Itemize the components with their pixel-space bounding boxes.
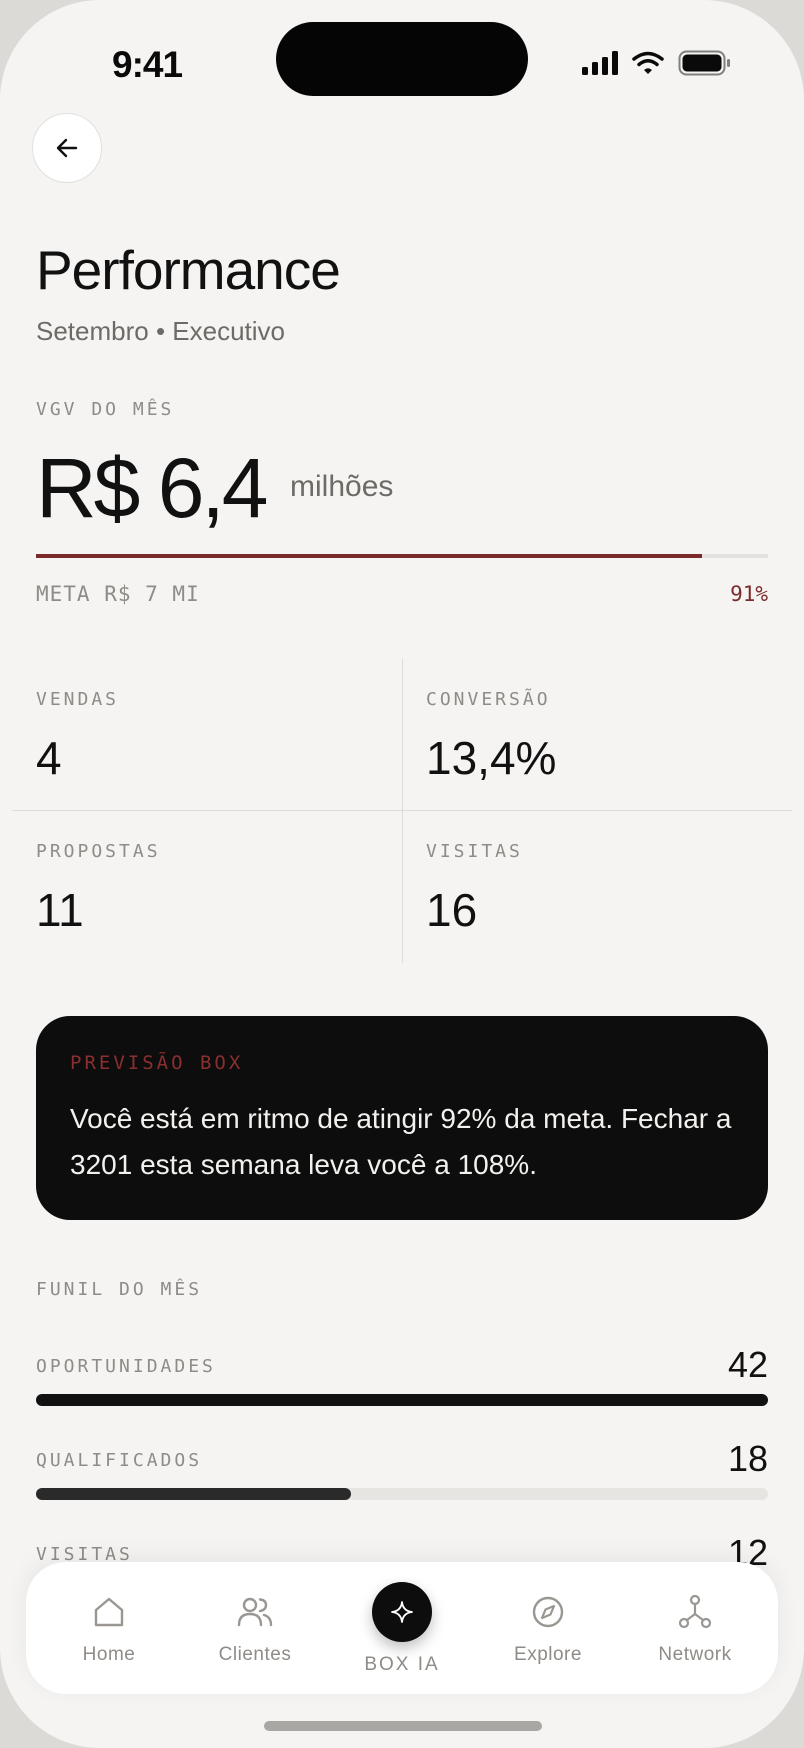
tab-bar: Home Clientes BOX IA Explore Network bbox=[26, 1562, 778, 1694]
goal-label: META R$ 7 MI bbox=[36, 582, 200, 606]
tab-home[interactable]: Home bbox=[34, 1562, 184, 1694]
funnel-row: QUALIFICADOS 18 bbox=[36, 1438, 768, 1508]
metric-value: 11 bbox=[36, 884, 84, 936]
phone-screen: 9:41 Performance Setembro • Executivo VG… bbox=[0, 0, 804, 1748]
battery-icon bbox=[678, 50, 730, 76]
tab-explore[interactable]: Explore bbox=[473, 1562, 623, 1694]
status-bar: 9:41 bbox=[0, 0, 804, 130]
metric-label: VISITAS bbox=[426, 841, 523, 862]
metric-label: CONVERSÃO bbox=[426, 689, 551, 710]
metric-label: VENDAS bbox=[36, 689, 120, 710]
metric-visitas: VISITAS 16 bbox=[402, 811, 792, 963]
tab-label: Network bbox=[658, 1644, 732, 1665]
metric-vendas: VENDAS 4 bbox=[12, 659, 402, 811]
tab-label: Explore bbox=[514, 1644, 582, 1665]
funnel-bar-fill bbox=[36, 1488, 351, 1500]
home-indicator bbox=[264, 1721, 542, 1731]
compass-icon bbox=[532, 1596, 564, 1628]
status-icons bbox=[582, 50, 732, 76]
funnel-stage-value: 18 bbox=[727, 1438, 768, 1479]
status-time: 9:41 bbox=[112, 44, 183, 85]
vgv-value: R$ 6,4 bbox=[36, 441, 268, 535]
tab-label: Clientes bbox=[218, 1644, 292, 1665]
grid-divider-horizontal bbox=[12, 810, 792, 811]
forecast-label: PREVISÃO BOX bbox=[70, 1052, 244, 1074]
funnel-bar bbox=[36, 1394, 768, 1406]
forecast-text: Você está em ritmo de atingir 92% da met… bbox=[70, 1103, 732, 1180]
forecast-card[interactable]: PREVISÃO BOX Você está em ritmo de ating… bbox=[36, 1016, 768, 1220]
metric-value: 4 bbox=[36, 732, 62, 784]
sparkle-icon bbox=[391, 1601, 413, 1623]
metric-value: 16 bbox=[426, 884, 478, 936]
network-icon bbox=[678, 1594, 712, 1629]
grid-divider-vertical bbox=[402, 659, 403, 963]
funnel-row: OPORTUNIDADES 42 bbox=[36, 1344, 768, 1414]
metric-value: 13,4% bbox=[426, 732, 557, 784]
goal-progress-bar bbox=[36, 554, 768, 558]
vgv-label: VGV DO MÊS bbox=[36, 399, 175, 420]
back-button[interactable] bbox=[32, 113, 102, 183]
vgv-unit: milhões bbox=[290, 470, 394, 503]
tab-label: BOX IA bbox=[364, 1654, 440, 1675]
arrow-left-icon bbox=[56, 138, 78, 158]
funnel-stage-value: 42 bbox=[727, 1344, 768, 1385]
tab-network[interactable]: Network bbox=[620, 1562, 770, 1694]
metrics-grid: VENDAS 4 CONVERSÃO 13,4% PROPOSTAS 11 VI… bbox=[12, 659, 792, 963]
funnel-stage-label: QUALIFICADOS bbox=[36, 1450, 203, 1471]
wifi-icon bbox=[632, 51, 664, 74]
home-icon bbox=[94, 1597, 124, 1627]
funnel-stage-label: OPORTUNIDADES bbox=[36, 1356, 216, 1377]
users-icon bbox=[237, 1597, 273, 1627]
metric-conversao: CONVERSÃO 13,4% bbox=[402, 659, 792, 811]
dynamic-island bbox=[276, 22, 528, 96]
metric-label: PROPOSTAS bbox=[36, 841, 161, 862]
page-title: Performance bbox=[36, 239, 341, 301]
box-ia-button[interactable] bbox=[372, 1582, 432, 1642]
goal-percent: 91% bbox=[730, 582, 768, 606]
tab-box-ia[interactable]: BOX IA bbox=[327, 1562, 477, 1694]
funnel-bar bbox=[36, 1488, 768, 1500]
goal-progress-fill bbox=[36, 554, 703, 558]
funnel-title: FUNIL DO MÊS bbox=[36, 1279, 203, 1300]
cellular-signal-icon bbox=[582, 51, 618, 75]
metric-propostas: PROPOSTAS 11 bbox=[12, 811, 402, 963]
page-subtitle: Setembro • Executivo bbox=[36, 316, 285, 346]
tab-label: Home bbox=[82, 1644, 136, 1665]
tab-clientes[interactable]: Clientes bbox=[180, 1562, 330, 1694]
funnel-bar-fill bbox=[36, 1394, 768, 1406]
